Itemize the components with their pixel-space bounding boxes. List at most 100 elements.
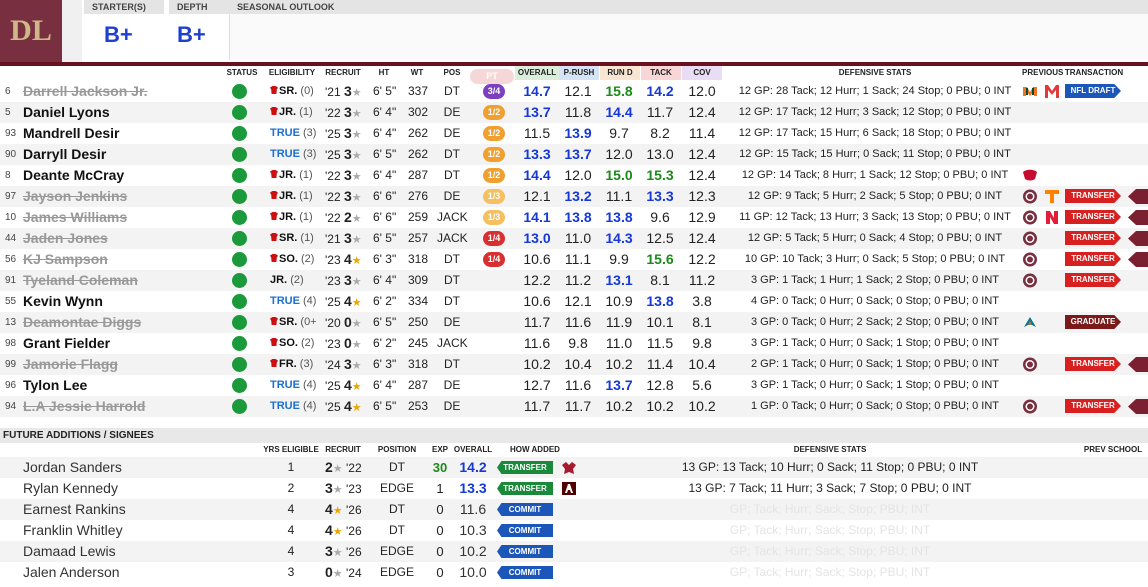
table-row[interactable]: 10 James Williams JR. (1) '22 2★ 6' 6" 259 JAC… [0, 207, 1148, 228]
player-name[interactable]: Daniel Lyons [23, 102, 110, 123]
height: 6' 6" [373, 189, 397, 203]
transaction-badge[interactable]: TRANSFER [1065, 273, 1121, 287]
signee-name[interactable]: Earnest Rankins [23, 499, 126, 520]
signee-name[interactable]: Franklin Whitley [23, 520, 123, 541]
player-name[interactable]: Darrell Jackson Jr. [23, 81, 148, 102]
how-added-badge[interactable]: COMMIT [497, 545, 553, 558]
how-added-badge[interactable]: COMMIT [497, 524, 553, 537]
how-added-badge[interactable]: COMMIT [497, 503, 553, 516]
signee-name[interactable]: Jalen Anderson [23, 562, 120, 583]
overall-rating: 10.3 [459, 522, 487, 538]
star-icon: ★ [351, 150, 362, 162]
player-name[interactable]: Deamontae Diggs [23, 312, 141, 333]
future-row[interactable]: Rylan Kennedy 2 3★ '23 EDGE 1 13.3 TRANSFER 13 … [0, 478, 1148, 499]
fsu-logo [1022, 252, 1038, 267]
table-row[interactable]: 98 Grant Fielder SO. (2) '23 0★ 6' 2" 245 JACK… [0, 333, 1148, 354]
player-name[interactable]: James Williams [23, 207, 127, 228]
table-row[interactable]: 90 Darryll Desir TRUE (3) '25 3★ 6' 5" 262 DT 1… [0, 144, 1148, 165]
defensive-stats: GP; Tack; Hurr; Sack; Stop; PBU; INT [729, 544, 931, 558]
table-row[interactable]: 97 Jayson Jenkins JR. (1) '22 3★ 6' 6" 276 DE 1… [0, 186, 1148, 207]
weight: 259 [408, 210, 429, 224]
recruit-rating: 2★ '22 [325, 459, 362, 475]
stat-rund: 15.8 [605, 83, 633, 99]
position: EDGE [379, 565, 414, 579]
star-icon: ★ [351, 276, 362, 288]
stat-cov: 11.2 [688, 272, 716, 288]
how-added-badge[interactable]: TRANSFER [497, 461, 553, 474]
stat-rund: 11.1 [605, 188, 633, 204]
how-added-badge[interactable]: COMMIT [497, 566, 553, 579]
recruit-rating: '21 3★ [325, 83, 362, 99]
transaction-badge[interactable]: TRANSFER [1065, 210, 1121, 224]
player-name[interactable]: Deante McCray [23, 165, 124, 186]
col-defensive-stats: DEFENSIVE STATS [838, 68, 912, 77]
table-row[interactable]: 44 Jaden Jones SR. (1) '21 3★ 6' 5" 257 JACK 1/… [0, 228, 1148, 249]
signee-name[interactable]: Damaad Lewis [23, 541, 116, 562]
player-name[interactable]: Tylon Lee [23, 375, 87, 396]
position-header: DL STARTER(S) DEPTH SEASONAL OUTLOOK B+ … [0, 0, 1148, 62]
eligibility: JR. (1) [270, 207, 313, 228]
future-row[interactable]: Franklin Whitley 4 4★ '26 DT 0 10.3 COMMIT GP; … [0, 520, 1148, 541]
height: 6' 3" [373, 357, 397, 371]
height: 6' 5" [373, 147, 397, 161]
player-name[interactable]: Grant Fielder [23, 333, 110, 354]
player-name[interactable]: Kevin Wynn [23, 291, 103, 312]
recruit-rating: '22 2★ [325, 209, 362, 225]
player-name[interactable]: Jamorie Flagg [23, 354, 118, 375]
stat-cov: 3.8 [692, 293, 712, 309]
transaction-badge[interactable]: TRANSFER [1065, 399, 1121, 413]
redshirt-icon [270, 86, 278, 94]
table-row[interactable]: 96 Tylon Lee TRUE (4) '25 4★ 6' 4" 287 DE 12.7 1… [0, 375, 1148, 396]
player-name[interactable]: Darryll Desir [23, 144, 106, 165]
stat-ovr: 11.7 [523, 314, 551, 330]
star-icon: ★ [351, 234, 362, 246]
future-row[interactable]: Jalen Anderson 3 0★ '24 EDGE 0 10.0 COMMIT GP; … [0, 562, 1148, 583]
future-row[interactable]: Jordan Sanders 1 2★ '22 DT 30 14.2 TRANSFER 13 … [0, 457, 1148, 478]
table-row[interactable]: 94 L.A Jessie Harrold TRUE (4) '25 4★ 6' 5" 2… [0, 396, 1148, 417]
position: EDGE [379, 481, 414, 495]
player-name[interactable]: L.A Jessie Harrold [23, 396, 145, 417]
table-row[interactable]: 13 Deamontae Diggs SR. (0+ '20 0★ 6' 5" 250 DE… [0, 312, 1148, 333]
defensive-stats: 1 GP: 0 Tack; 0 Hurr; 0 Sack; 0 Stop; 0 … [750, 400, 999, 412]
table-row[interactable]: 8 Deante McCray JR. (1) '22 3★ 6' 4" 287 DT 1/2… [0, 165, 1148, 186]
table-row[interactable]: 99 Jamorie Flagg FR. (3) '24 3★ 6' 3" 318 DT 10… [0, 354, 1148, 375]
transaction-badge[interactable]: TRANSFER [1065, 252, 1121, 266]
fcol-recruit: RECRUIT [325, 445, 361, 454]
transaction-badge[interactable]: GRADUATE [1065, 315, 1121, 329]
table-row[interactable]: 56 KJ Sampson SO. (2) '23 4★ 6' 3" 318 DT 1/4 10… [0, 249, 1148, 270]
signee-name[interactable]: Rylan Kennedy [23, 478, 118, 499]
signee-name[interactable]: Jordan Sanders [23, 457, 122, 478]
recruit-rating: '25 4★ [325, 377, 362, 393]
table-row[interactable]: 55 Kevin Wynn TRUE (4) '25 4★ 6' 2" 334 DT 10.6… [0, 291, 1148, 312]
status-indicator [232, 252, 247, 267]
defensive-stats: 3 GP: 1 Tack; 1 Hurr; 1 Sack; 2 Stop; 0 … [750, 274, 999, 286]
eligibility: JR. (1) [270, 186, 313, 207]
future-row[interactable]: Earnest Rankins 4 4★ '26 DT 0 11.6 COMMIT GP; T… [0, 499, 1148, 520]
table-row[interactable]: 6 Darrell Jackson Jr. SR. (0) '21 3★ 6' 5" 33… [0, 81, 1148, 102]
transaction-badge[interactable]: TRANSFER [1065, 189, 1121, 203]
player-name[interactable]: Jaden Jones [23, 228, 108, 249]
col-cov: COV [682, 66, 722, 80]
years-eligible: 3 [287, 565, 295, 579]
table-row[interactable]: 5 Daniel Lyons JR. (1) '22 3★ 6' 4" 302 DE 1/2 1… [0, 102, 1148, 123]
table-row[interactable]: 91 Tyeland Coleman JR. (2) '23 3★ 6' 4" 309 DT… [0, 270, 1148, 291]
player-name[interactable]: KJ Sampson [23, 249, 108, 270]
jersey-number: 99 [5, 359, 17, 370]
transaction-badge[interactable]: NFL DRAFT [1065, 84, 1121, 98]
table-row[interactable]: 93 Mandrell Desir TRUE (3) '25 3★ 6' 4" 262 DE… [0, 123, 1148, 144]
stat-rund: 10.2 [605, 398, 633, 414]
depth-grade: B+ [177, 22, 206, 47]
how-added-badge[interactable]: TRANSFER [497, 482, 553, 495]
col-prush: P-RUSH [559, 66, 599, 80]
status-indicator [232, 294, 247, 309]
star-icon: ★ [351, 381, 362, 393]
transaction-badge[interactable]: TRANSFER [1065, 231, 1121, 245]
transaction-badge[interactable]: TRANSFER [1065, 357, 1121, 371]
player-name[interactable]: Jayson Jenkins [23, 186, 127, 207]
player-name[interactable]: Mandrell Desir [23, 123, 119, 144]
position: EDGE [379, 544, 414, 558]
player-name[interactable]: Tyeland Coleman [23, 270, 138, 291]
experience: 0 [436, 523, 444, 538]
future-row[interactable]: Damaad Lewis 4 3★ '26 EDGE 0 10.2 COMMIT GP; Ta… [0, 541, 1148, 562]
stat-prush: 13.7 [564, 146, 592, 162]
